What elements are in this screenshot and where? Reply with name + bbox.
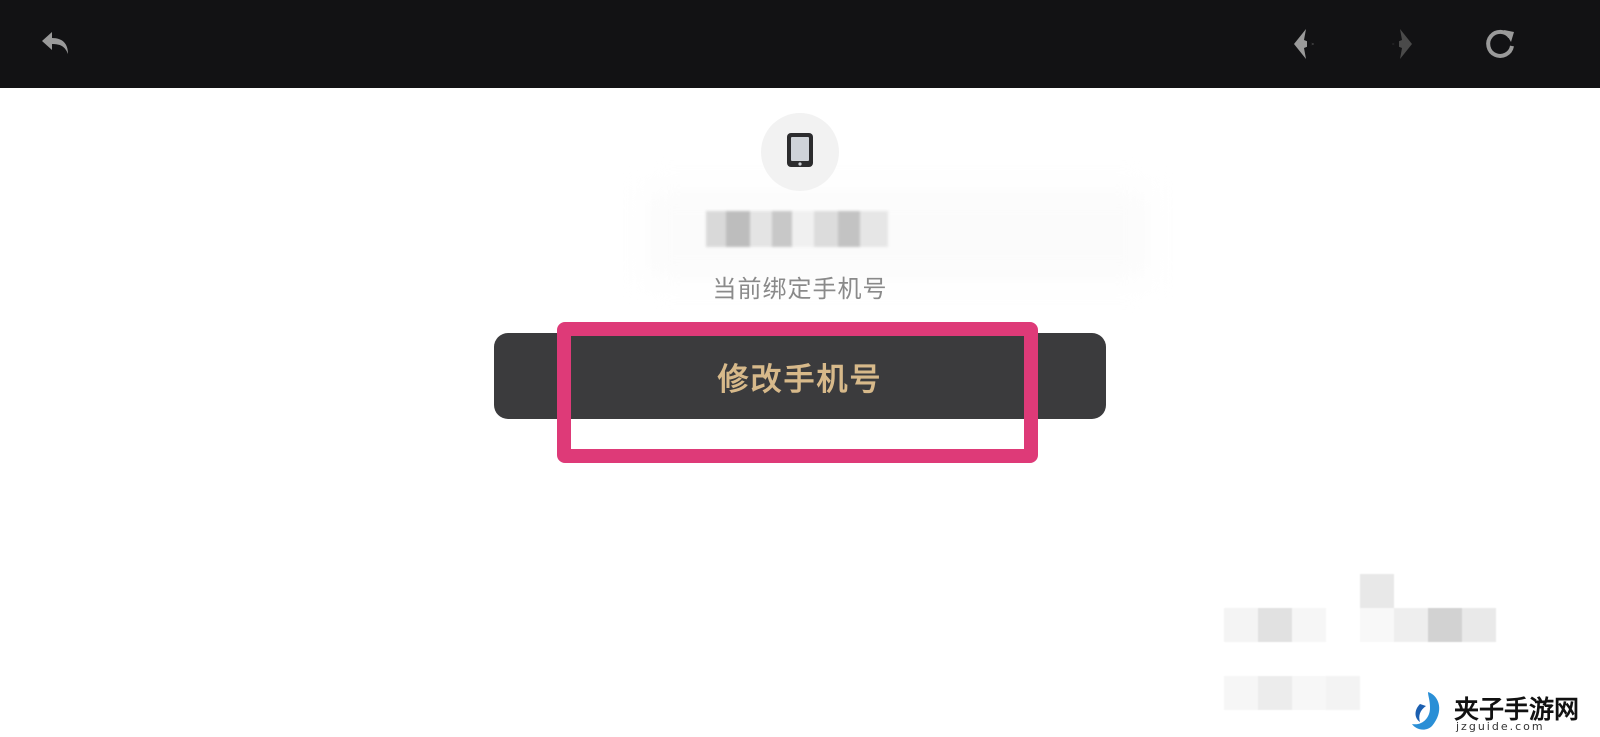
undo-arrow-icon[interactable] bbox=[34, 22, 78, 66]
top-toolbar bbox=[0, 0, 1600, 88]
smartphone-icon bbox=[785, 131, 815, 173]
bound-phone-label: 当前绑定手机号 bbox=[712, 275, 888, 303]
masked-phone-number bbox=[706, 211, 888, 247]
watermark-logo-icon bbox=[1412, 692, 1440, 730]
forward-arrow-icon[interactable] bbox=[1380, 22, 1424, 66]
back-arrow-icon[interactable] bbox=[1282, 22, 1326, 66]
watermark-domain: jzguide.com bbox=[1456, 720, 1545, 733]
smartphone-icon-badge bbox=[761, 113, 839, 191]
change-phone-button-label: 修改手机号 bbox=[717, 361, 883, 398]
refresh-icon[interactable] bbox=[1478, 22, 1522, 66]
watermark: 夹子手游网 jzguide.com bbox=[1406, 686, 1600, 737]
change-phone-button[interactable]: 修改手机号 bbox=[494, 333, 1106, 419]
